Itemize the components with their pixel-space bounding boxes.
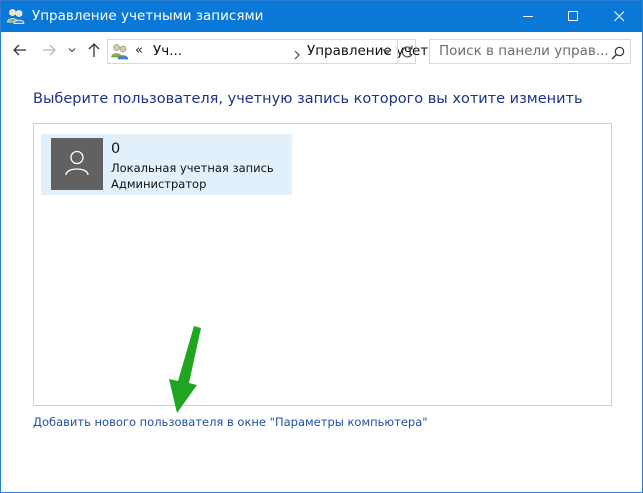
maximize-button[interactable] (551, 1, 596, 32)
green-arrow-icon (169, 326, 201, 413)
users-icon (111, 43, 129, 60)
window-title: Управление учетными записями (32, 8, 264, 24)
breadcrumb-user-accounts[interactable]: Уч... (153, 43, 182, 59)
up-button[interactable] (87, 41, 103, 59)
recent-locations-button[interactable] (67, 41, 77, 59)
back-button[interactable] (12, 41, 28, 59)
minimize-button[interactable] (506, 1, 551, 32)
refresh-icon (401, 45, 413, 58)
address-bar[interactable]: « Уч... Управление учет... (107, 39, 441, 64)
close-icon (614, 11, 625, 22)
forward-button[interactable] (41, 41, 57, 59)
address-dropdown-button[interactable] (378, 40, 396, 63)
arrow-left-icon (13, 44, 26, 56)
title-bar[interactable]: Управление учетными записями (1, 1, 642, 32)
maximize-icon (568, 11, 578, 21)
search-icon[interactable] (611, 45, 625, 60)
breadcrumb-manage-accounts[interactable]: Управление учет... (307, 43, 441, 59)
close-button[interactable] (597, 1, 642, 32)
user-icon (65, 150, 89, 176)
add-user-link[interactable]: Добавить нового пользователя в окне "Пар… (33, 415, 428, 429)
page-title: Выберите пользователя, учетную запись ко… (33, 91, 583, 107)
window: Управление учетными записями « Уч... Упр… (0, 0, 643, 493)
breadcrumb-overflow[interactable]: « (135, 43, 143, 58)
account-name: 0 (111, 141, 121, 157)
search-box[interactable]: Поиск в панели управ... (429, 39, 631, 64)
chevron-down-icon (382, 49, 392, 55)
accounts-list: 0 Локальная учетная запись Администратор (33, 123, 612, 406)
account-role: Администратор (111, 177, 207, 191)
account-type: Локальная учетная запись (111, 161, 274, 175)
navigation-bar: « Уч... Управление учет... Поиск в панел… (1, 32, 642, 70)
minimize-icon (523, 16, 533, 17)
chevron-down-icon (68, 48, 76, 53)
chevron-right-icon[interactable] (292, 46, 302, 60)
users-icon (7, 8, 25, 24)
arrow-right-icon (43, 44, 56, 56)
refresh-button[interactable] (397, 40, 416, 63)
avatar (51, 138, 103, 190)
search-input[interactable]: Поиск в панели управ... (439, 43, 609, 59)
account-tile[interactable]: 0 Локальная учетная запись Администратор (41, 134, 292, 195)
arrow-up-icon (88, 43, 100, 57)
